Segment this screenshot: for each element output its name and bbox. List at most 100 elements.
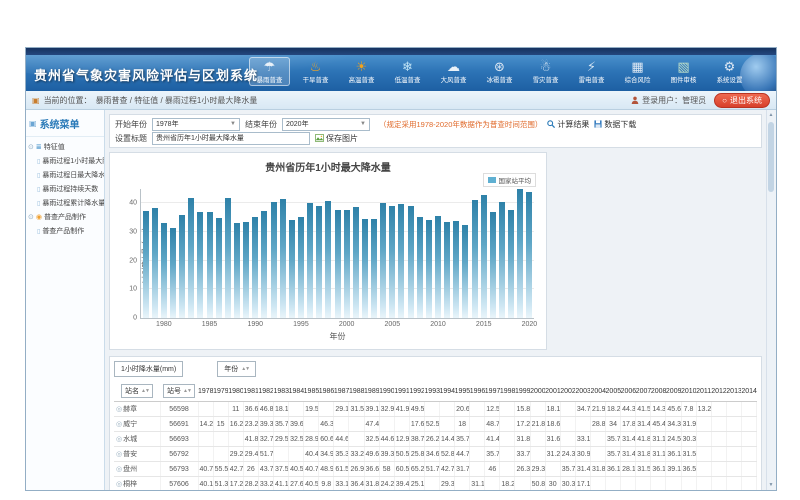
year-header-2000[interactable]: 2000	[530, 381, 545, 402]
year-header-1990[interactable]: 1990	[379, 381, 394, 402]
scrollbar-thumb[interactable]	[768, 122, 774, 192]
year-header-2012[interactable]: 2012	[711, 381, 726, 402]
year-header-1982[interactable]: 1982	[258, 381, 273, 402]
table-row-56691[interactable]: ◎威宁5669114.21516.223.239.335.739.646.347…	[114, 417, 757, 432]
vertical-scrollbar[interactable]: ▲ ▼	[766, 110, 776, 490]
year-header-2005[interactable]: 2005	[606, 381, 621, 402]
year-header-1993[interactable]: 1993	[424, 381, 439, 402]
year-header-1994[interactable]: 1994	[440, 381, 455, 402]
year-header-1987[interactable]: 1987	[334, 381, 349, 402]
x-tick-label: 1985	[202, 321, 218, 328]
year-header-1988[interactable]: 1988	[349, 381, 364, 402]
sidebar-item[interactable]: ▯普查产品制作	[28, 224, 104, 238]
sidebar-item[interactable]: ▯暴雨过程1小时最大降水量	[28, 154, 104, 168]
year-header-2008[interactable]: 2008	[651, 381, 666, 402]
year-header-2009[interactable]: 2009	[666, 381, 681, 402]
year-header-2006[interactable]: 2006	[621, 381, 636, 402]
scroll-down-icon[interactable]: ▼	[767, 481, 775, 489]
year-header-1984[interactable]: 1984	[289, 381, 304, 402]
year-header-2013[interactable]: 2013	[726, 381, 741, 402]
nav-item-wind[interactable]: ☁大风普查	[433, 57, 474, 86]
year-header-1999[interactable]: 1999	[515, 381, 530, 402]
table-row-56598[interactable]: ◎赫章565981136.646.818.119.529.131.539.132…	[114, 402, 757, 417]
save-image-button[interactable]: 保存图片	[315, 133, 358, 144]
table-row-57606[interactable]: ◎桐梓5760640.151.317.228.233.241.127.640.5…	[114, 477, 757, 491]
year-header-1992[interactable]: 1992	[409, 381, 424, 402]
nav-item-rainstorm[interactable]: ☂暴雨普查	[249, 57, 290, 86]
row-radio[interactable]: ◎	[116, 481, 122, 488]
table-row-56792[interactable]: ◎普安5679229.229.451.740.434.935.333.249.6…	[114, 447, 757, 462]
tree-toggle-icon[interactable]: ⊙	[28, 213, 34, 221]
year-header-1989[interactable]: 1989	[364, 381, 379, 402]
year-header-2010[interactable]: 2010	[681, 381, 696, 402]
year-header-1995[interactable]: 1995	[455, 381, 470, 402]
logout-button[interactable]: ○ 退出系统	[714, 93, 770, 108]
year-header-1979[interactable]: 1979	[213, 381, 228, 402]
year-header-2002[interactable]: 2002	[560, 381, 575, 402]
data-download-button[interactable]: 数据下载	[594, 119, 636, 130]
nav-item-risk[interactable]: ▦综合风险	[617, 57, 658, 86]
end-year-select[interactable]: 2020年 ▼	[282, 118, 370, 131]
year-header-2014[interactable]: 2014	[741, 381, 756, 402]
value-cell: 31.9	[681, 417, 696, 432]
year-header-1996[interactable]: 1996	[470, 381, 485, 402]
station-id: 56792	[160, 447, 198, 462]
year-header-2011[interactable]: 2011	[696, 381, 711, 402]
value-cell: 58	[379, 462, 394, 477]
row-radio[interactable]: ◎	[116, 451, 122, 458]
year-header-2007[interactable]: 2007	[636, 381, 651, 402]
year-header-1985[interactable]: 1985	[304, 381, 319, 402]
year-header-1998[interactable]: 1998	[500, 381, 515, 402]
year-header-2003[interactable]: 2003	[575, 381, 590, 402]
calc-result-button[interactable]: 计算结果	[547, 119, 589, 130]
tree-toggle-icon[interactable]: ⊙	[28, 143, 34, 151]
sidebar-item[interactable]: ▯暴雨过程累计降水量	[28, 196, 104, 210]
chart-title: 贵州省历年1小时最大降水量	[110, 153, 546, 174]
row-radio[interactable]: ◎	[116, 406, 122, 413]
table-row-56793[interactable]: ◎盘州5679340.755.542.72643.737.540.540.748…	[114, 462, 757, 477]
year-header-2001[interactable]: 2001	[545, 381, 560, 402]
nav-item-settings[interactable]: ⚙系统设置	[709, 57, 750, 86]
value-cell	[696, 477, 711, 491]
value-cell: 41.8	[636, 432, 651, 447]
row-radio[interactable]: ◎	[116, 466, 122, 473]
sidebar-group-1[interactable]: ⊙◉普查产品制作	[28, 210, 104, 224]
year-header-1991[interactable]: 1991	[394, 381, 409, 402]
year-header-1978[interactable]: 1978	[198, 381, 213, 402]
nav-item-map-review[interactable]: ▧图件审核	[663, 57, 704, 86]
nav-item-drought[interactable]: ♨干旱普查	[295, 57, 336, 86]
station-id-header[interactable]: 站号▲▼	[163, 384, 195, 398]
start-year-select[interactable]: 1978年 ▼	[152, 118, 240, 131]
station-name: 水城	[123, 436, 137, 443]
bar-2010	[435, 216, 441, 318]
row-radio[interactable]: ◎	[116, 421, 122, 428]
bar-1996	[307, 203, 313, 318]
chart-title-input[interactable]: 贵州省历年1小时最大降水量	[152, 132, 310, 145]
value-cell: 65.2	[409, 462, 424, 477]
year-header-1986[interactable]: 1986	[319, 381, 334, 402]
chart-legend[interactable]: 国家站平均	[483, 173, 537, 187]
table-row-56693[interactable]: ◎水城5669341.832.729.532.528.960.644.632.5…	[114, 432, 757, 447]
year-header-1981[interactable]: 1981	[243, 381, 258, 402]
scroll-up-icon[interactable]: ▲	[767, 111, 775, 119]
year-header-2004[interactable]: 2004	[590, 381, 605, 402]
station-name-header[interactable]: 站名▲▼	[121, 384, 153, 398]
year-sort-chip[interactable]: 年份 ▲▼	[217, 361, 256, 377]
year-header-1980[interactable]: 1980	[228, 381, 243, 402]
sort-icons[interactable]: ▲▼	[141, 388, 149, 394]
nav-item-snow[interactable]: ☃雪灾普查	[525, 57, 566, 86]
nav-item-low-temp[interactable]: ❄低温普查	[387, 57, 428, 86]
sidebar-item[interactable]: ▯暴雨过程日最大降水量	[28, 168, 104, 182]
nav-item-lightning[interactable]: ⚡雷电普查	[571, 57, 612, 86]
nav-item-high-temp[interactable]: ☀高温普查	[341, 57, 382, 86]
sort-icons[interactable]: ▲▼	[183, 388, 191, 394]
year-header-1983[interactable]: 1983	[273, 381, 288, 402]
nav-item-hail[interactable]: ⊛冰雹普查	[479, 57, 520, 86]
row-radio[interactable]: ◎	[116, 436, 122, 443]
sidebar-item[interactable]: ▯暴雨过程持续天数	[28, 182, 104, 196]
year-header-1997[interactable]: 1997	[485, 381, 500, 402]
sort-icons[interactable]: ▲▼	[241, 366, 249, 372]
nav-item-label: 雷电普查	[574, 75, 610, 84]
sidebar-group-0[interactable]: ⊙≣特征值	[28, 140, 104, 154]
value-type-chip[interactable]: 1小时降水量(mm)	[114, 361, 183, 377]
